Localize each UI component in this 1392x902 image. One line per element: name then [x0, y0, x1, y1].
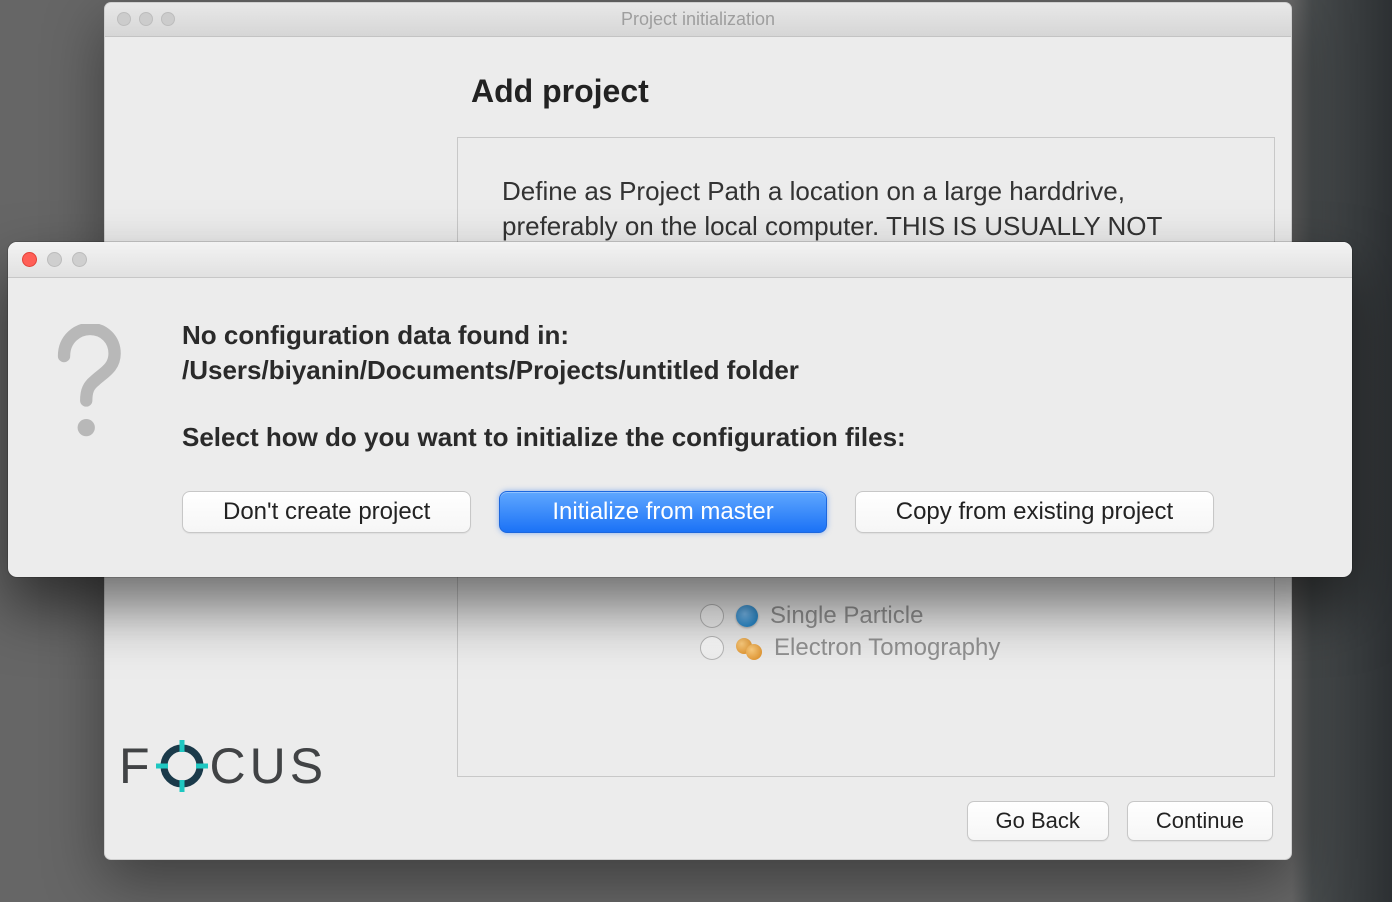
project-mode-list: Single Particle Electron Tomography — [700, 602, 1000, 666]
wizard-buttons: Go Back Continue — [967, 801, 1273, 841]
config-init-dialog: No configuration data found in: /Users/b… — [8, 242, 1352, 577]
mode-label: Single Particle — [770, 602, 923, 630]
dialog-body: No configuration data found in: /Users/b… — [8, 278, 1352, 577]
dialog-actions: Don't create project Initialize from mas… — [182, 491, 1312, 533]
window-titlebar: Project initialization — [105, 3, 1291, 37]
focus-logo: F CUS — [119, 737, 327, 795]
page-heading: Add project — [471, 73, 1275, 110]
minimize-icon[interactable] — [139, 12, 153, 26]
dont-create-button[interactable]: Don't create project — [182, 491, 471, 533]
copy-from-existing-button[interactable]: Copy from existing project — [855, 491, 1214, 533]
message-path: /Users/biyanin/Documents/Projects/untitl… — [182, 353, 1312, 388]
logo-pre: F — [119, 737, 154, 795]
project-info-text: Define as Project Path a location on a l… — [502, 174, 1230, 244]
mode-label: Electron Tomography — [774, 634, 1000, 662]
dialog-titlebar — [8, 242, 1352, 278]
message-prompt: Select how do you want to initialize the… — [182, 420, 1312, 455]
message-line-1: No configuration data found in: — [182, 318, 1312, 353]
mode-option-single-particle[interactable]: Single Particle — [700, 602, 1000, 630]
electron-tomography-icon — [736, 636, 762, 660]
radio-icon — [700, 636, 724, 660]
dialog-message: No configuration data found in: /Users/b… — [182, 318, 1312, 533]
close-icon[interactable] — [117, 12, 131, 26]
zoom-icon — [72, 252, 87, 267]
logo-post: CUS — [210, 737, 328, 795]
zoom-icon[interactable] — [161, 12, 175, 26]
single-particle-icon — [736, 605, 758, 627]
window-traffic-lights — [117, 12, 175, 26]
target-icon — [156, 740, 208, 792]
dialog-traffic-lights — [22, 252, 87, 267]
radio-icon — [700, 604, 724, 628]
close-icon[interactable] — [22, 252, 37, 267]
question-mark-icon — [48, 318, 138, 452]
window-title: Project initialization — [621, 9, 775, 30]
minimize-icon — [47, 252, 62, 267]
go-back-button[interactable]: Go Back — [967, 801, 1109, 841]
continue-button[interactable]: Continue — [1127, 801, 1273, 841]
mode-option-electron-tomography[interactable]: Electron Tomography — [700, 634, 1000, 662]
initialize-from-master-button[interactable]: Initialize from master — [499, 491, 826, 533]
